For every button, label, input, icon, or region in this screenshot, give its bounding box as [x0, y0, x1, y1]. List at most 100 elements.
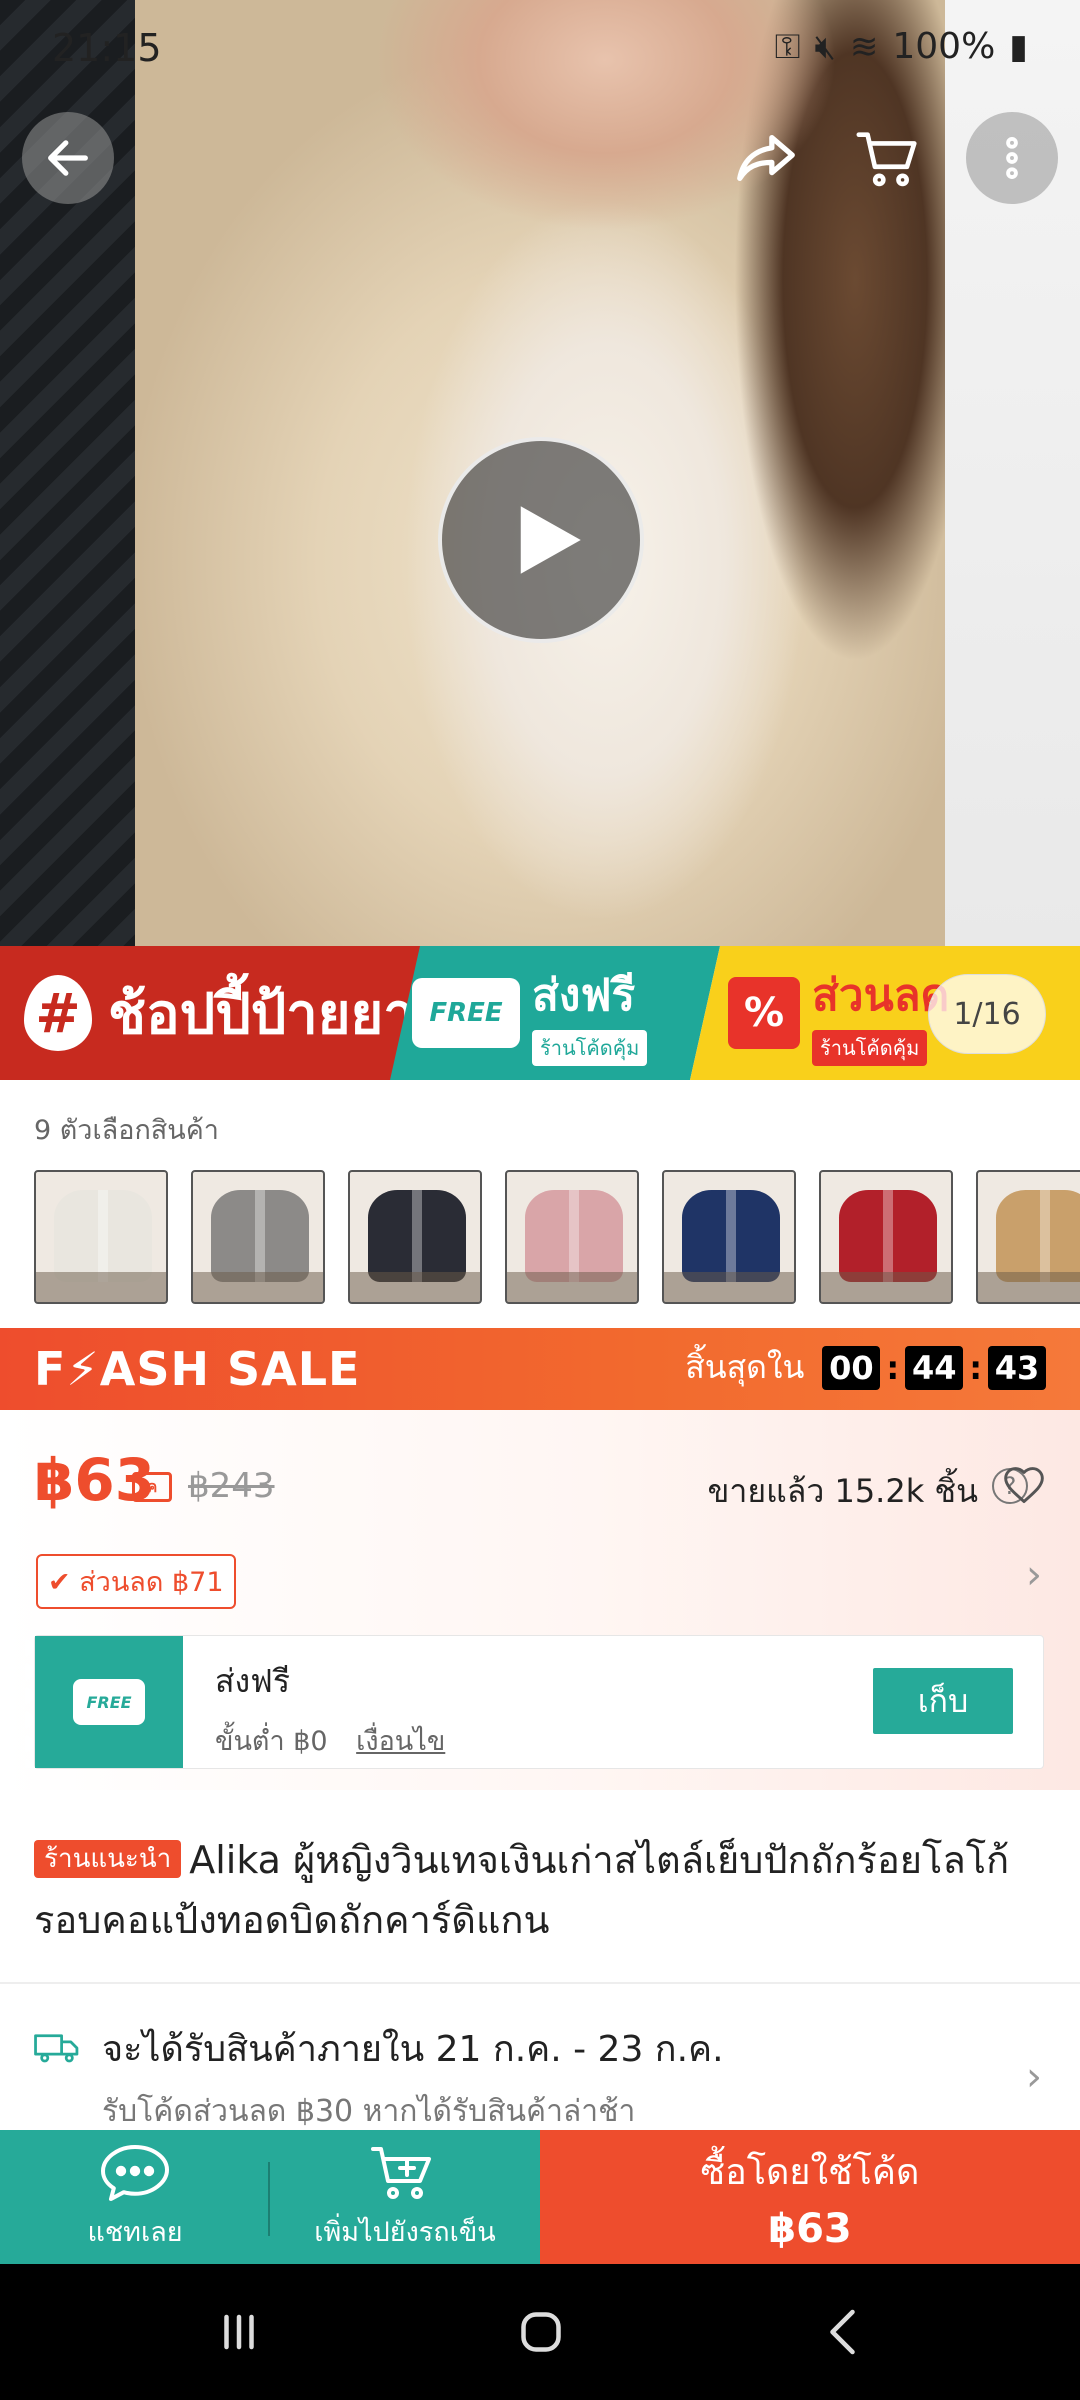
- buy-price: ฿63: [768, 2205, 852, 2252]
- promo-free-shipping: FREE ส่งฟรี ร้านโค้ดคุ้ม: [390, 946, 720, 1080]
- variant-thumbnail[interactable]: [819, 1170, 953, 1304]
- cart-icon: [856, 132, 917, 187]
- promo-banner[interactable]: # ช้อปปี้ป้ายยา FREE ส่งฟรี ร้านโค้ดคุ้ม…: [0, 946, 1080, 1080]
- variant-swatch: [996, 1190, 1080, 1282]
- variant-count: 9 ตัวเลือกสินค้า: [34, 1115, 219, 1146]
- variant-thumbnail[interactable]: [662, 1170, 796, 1304]
- variant-placket: [98, 1190, 108, 1282]
- variant-thumbnails: [34, 1170, 1080, 1306]
- product-title-block: ร้านแนะนำ Alika ผู้หญิงวินเทจเงินเก่าสไตล…: [34, 1830, 1044, 1950]
- promo-discount-sub: ร้านโค้ดคุ้ม: [812, 1030, 928, 1066]
- flash-sale-title: F⚡ASH SALE: [34, 1342, 361, 1396]
- back-button[interactable]: [22, 112, 114, 204]
- chat-icon: [101, 2144, 169, 2201]
- coin-discount-icon: ค: [132, 1472, 172, 1502]
- voucher-stub: FREE: [25, 1636, 183, 1768]
- bottom-action-bar: แชทเลย เพิ่มไปยังรถเข็น ซื้อโดยใช้โค้ด ฿…: [0, 2130, 1080, 2264]
- add-to-cart-icon: [371, 2146, 431, 2199]
- percent-shop-icon: %: [728, 977, 800, 1049]
- system-back-icon: [830, 2309, 855, 2355]
- status-bar: 21:15 ⚿ 🔇︎ ≋ 100% ▮: [0, 0, 1080, 100]
- variant-shadow: [978, 1272, 1080, 1302]
- flash-sale-bar[interactable]: F⚡ASH SALE สิ้นสุดใน 00 : 44 : 43: [0, 1328, 1080, 1410]
- chat-now-button[interactable]: แชทเลย: [0, 2130, 270, 2264]
- chevron-right-icon[interactable]: ›: [1026, 2054, 1042, 2100]
- variant-placket: [1040, 1190, 1050, 1282]
- recommended-shop-badge: ร้านแนะนำ: [34, 1839, 182, 1878]
- battery-level: 100%: [892, 26, 996, 67]
- original-price: ฿243: [188, 1466, 275, 1506]
- flash-sale-countdown: สิ้นสุดใน 00 : 44 : 43: [685, 1342, 1046, 1393]
- delivery-info-row[interactable]: จะได้รับสินค้าภายใน 21 ก.ค. - 23 ก.ค. รั…: [0, 1984, 1080, 2130]
- home-icon: [521, 2312, 561, 2352]
- recents-icon: [224, 2314, 254, 2350]
- share-icon: [737, 134, 795, 182]
- more-vertical-icon: [1006, 136, 1018, 180]
- discount-tag[interactable]: ✔ ส่วนลด ฿71: [36, 1554, 236, 1609]
- variant-shadow: [193, 1272, 323, 1302]
- home-button[interactable]: [496, 2300, 586, 2364]
- system-back-button[interactable]: [800, 2300, 890, 2364]
- variant-shadow: [350, 1272, 480, 1302]
- share-button[interactable]: [720, 112, 812, 204]
- recent-apps-button[interactable]: [194, 2300, 284, 2364]
- key-icon: ⚿: [774, 26, 801, 67]
- add-to-cart-label: เพิ่มไปยังรถเข็น: [314, 2216, 496, 2248]
- cart-button[interactable]: [842, 112, 934, 204]
- variant-thumbnail[interactable]: [191, 1170, 325, 1304]
- sold-count: ขายแล้ว 15.2k ชิ้น: [707, 1472, 978, 1510]
- variant-placket: [255, 1190, 265, 1282]
- chevron-right-icon[interactable]: ›: [1026, 1552, 1042, 1598]
- system-navigation-bar: [0, 2264, 1080, 2400]
- voucher-conditions-link[interactable]: เงื่อนไข: [356, 1726, 445, 1757]
- variant-thumbnail[interactable]: [976, 1170, 1080, 1304]
- variant-thumbnail[interactable]: [505, 1170, 639, 1304]
- media-counter: 1/16: [928, 974, 1046, 1054]
- buy-with-voucher-label: ซื้อโดยใช้โค้ด: [700, 2151, 920, 2193]
- mute-icon: 🔇︎: [814, 26, 836, 67]
- variant-placket: [569, 1190, 579, 1282]
- variant-placket: [883, 1190, 893, 1282]
- promo-free-shipping-sub: ร้านโค้ดคุ้ม: [532, 1030, 647, 1066]
- chat-now-label: แชทเลย: [87, 2216, 183, 2248]
- variant-thumbnail[interactable]: [34, 1170, 168, 1304]
- add-to-cart-button[interactable]: เพิ่มไปยังรถเข็น: [268, 2130, 540, 2264]
- countdown-separator: :: [969, 1348, 982, 1387]
- variant-shadow: [507, 1272, 637, 1302]
- play-icon: [520, 506, 581, 574]
- variant-shadow: [36, 1272, 166, 1302]
- heart-icon[interactable]: [1002, 1464, 1046, 1508]
- status-icons: ⚿ 🔇︎ ≋ 100% ▮: [775, 26, 1028, 67]
- hashtag-icon: #: [24, 975, 92, 1051]
- wifi-icon: ≋: [849, 26, 879, 67]
- voucher-minimum: ขั้นต่ำ ฿0: [215, 1726, 328, 1757]
- variant-shadow: [821, 1272, 951, 1302]
- product-media[interactable]: 21:15 ⚿ 🔇︎ ≋ 100% ▮: [0, 0, 1080, 946]
- flash-sale-ends-label: สิ้นสุดใน: [685, 1348, 805, 1386]
- delivery-truck-icon: [34, 2034, 79, 2063]
- countdown-separator: :: [886, 1348, 900, 1387]
- arrow-left-icon: [48, 140, 88, 176]
- more-options-button[interactable]: [966, 112, 1058, 204]
- shipping-voucher-card: FREE ส่งฟรี ขั้นต่ำ ฿0 เงื่อนไข เก็บ: [25, 1635, 1044, 1769]
- variant-placket: [412, 1190, 422, 1282]
- free-truck-icon: FREE: [412, 978, 520, 1048]
- price-section: ฿63 ค ฿243 ขายแล้ว 15.2k ชิ้น ? ✔ ส่วนลด…: [0, 1410, 1080, 1790]
- play-video-button[interactable]: [438, 437, 644, 643]
- voucher-title: ส่งฟรี: [215, 1662, 290, 1700]
- battery-icon: ▮: [1009, 26, 1028, 67]
- collect-voucher-button[interactable]: เก็บ: [873, 1668, 1013, 1734]
- promo-free-shipping-label: ส่งฟรี: [532, 970, 636, 1021]
- variant-thumbnail[interactable]: [348, 1170, 482, 1304]
- buy-with-voucher-button[interactable]: ซื้อโดยใช้โค้ด ฿63: [540, 2130, 1080, 2264]
- variant-placket: [726, 1190, 736, 1282]
- countdown-minutes: 44: [905, 1345, 964, 1390]
- status-time: 21:15: [52, 26, 162, 70]
- delivery-estimate: จะได้รับสินค้าภายใน 21 ก.ค. - 23 ก.ค.: [102, 2029, 724, 2070]
- promo-shopee-picks-label: ช้อปปี้ป้ายยา: [108, 981, 415, 1047]
- free-shipping-truck-icon: FREE: [73, 1679, 145, 1725]
- late-delivery-voucher: รับโค้ดส่วนลด ฿30 หากได้รับสินค้าล่าช้า: [102, 2094, 636, 2129]
- promo-shopee-picks: # ช้อปปี้ป้ายยา: [0, 946, 420, 1080]
- variant-shadow: [664, 1272, 794, 1302]
- countdown-seconds: 43: [988, 1345, 1046, 1390]
